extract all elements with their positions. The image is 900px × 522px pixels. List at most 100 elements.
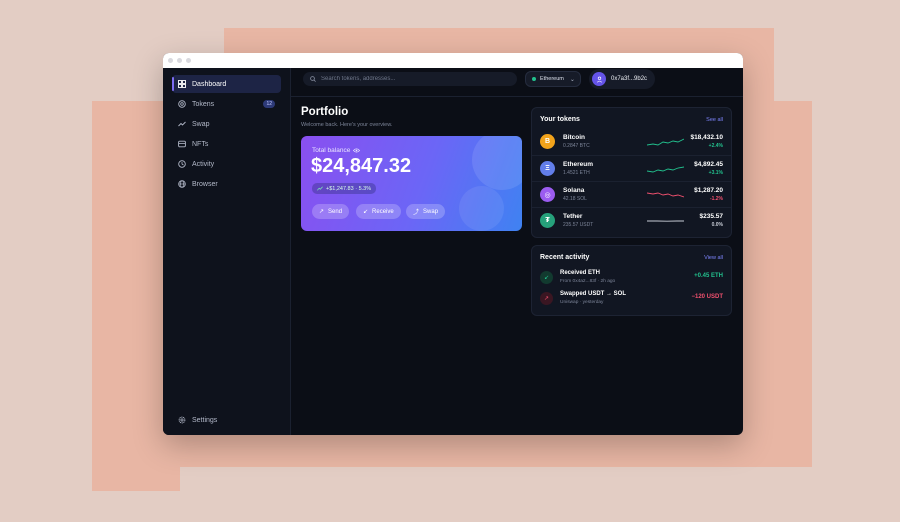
send-label: Send [328,208,343,215]
arrow-down-left-icon: ↙ [540,271,553,284]
background-shape [92,440,180,491]
token-change: +2.4% [708,143,723,149]
account-address: 0x7a3f...9b2c [611,76,648,82]
token-name: Solana [563,187,585,194]
token-change: +3.1% [708,170,723,176]
token-row[interactable]: ◎ Solana 42.18 SOL $1,287.20 -1.2% [532,181,731,207]
activity-meta: From 0x4a2...83f · 2h ago [560,279,616,284]
token-value: $18,432.10 [690,134,723,141]
token-row[interactable]: ₮ Tether 235.57 USDT $235.57 0.0% [532,207,731,233]
sidebar-item-tokens[interactable]: Tokens 12 [172,95,281,113]
token-change: 0.0% [711,222,723,228]
balance-label-row: Total balance [312,147,361,154]
token-name: Bitcoin [563,134,586,141]
sidebar-item-label: Dashboard [192,80,227,88]
send-button[interactable]: ↗ Send [312,204,350,219]
token-holding: 235.57 USDT [563,222,594,228]
sidebar-item-label: Settings [192,416,218,424]
token-name: Ethereum [563,161,593,168]
token-holding: 42.18 SOL [563,196,587,202]
balance-change-badge: +$1,247.83 · 5.3% [312,183,377,194]
token-name: Tether [563,213,583,220]
activity-title-text: Received ETH [560,270,601,276]
chevron-down-icon: ⌄ [569,76,575,83]
sidebar-item-settings[interactable]: Settings [172,411,281,429]
search-input[interactable] [321,76,501,82]
sparkline [647,138,684,146]
coin-icon [178,100,186,108]
ethereum-icon: Ξ [540,161,555,176]
activity-title: Recent activity [540,254,590,261]
swap-button[interactable]: ⤴ Swap [406,204,446,219]
activity-title-text: Swapped USDT → SOL [560,291,627,297]
account-button[interactable]: 0x7a3f...9b2c [589,69,655,89]
sparkline [647,220,684,222]
sidebar-item-label: NFTs [192,140,209,148]
avatar [592,72,606,86]
token-value: $4,892.45 [694,161,723,168]
tokens-panel: Your tokens See all B Bitcoin 0.2847 BTC… [531,107,732,238]
sidebar-item-label: Activity [192,160,215,168]
token-row[interactable]: B Bitcoin 0.2847 BTC $18,432.10 +2.4% [532,129,731,155]
sidebar: Dashboard Tokens 12 Swap NFTs Activity B… [163,68,291,435]
token-value: $235.57 [699,213,724,220]
network-label: Ethereum [540,76,564,82]
token-holding: 0.2847 BTC [563,143,590,149]
sidebar-item-nfts[interactable]: NFTs [172,135,281,153]
activity-row[interactable]: ↗ Swapped USDT → SOL Uniswap · yesterday… [532,290,731,310]
sidebar-item-dashboard[interactable]: Dashboard [172,75,281,93]
grid-icon [178,80,186,88]
balance-card: Total balance $24,847.32 +$1,247.83 · 5.… [301,136,522,231]
arrow-down-left-icon: ↙ [363,209,369,215]
tether-icon: ₮ [540,213,555,228]
sidebar-item-activity[interactable]: Activity [172,155,281,173]
activity-amount: −120 USDT [691,294,723,300]
sidebar-item-browser[interactable]: Browser [172,175,281,193]
sidebar-item-swap[interactable]: Swap [172,115,281,133]
token-row[interactable]: Ξ Ethereum 1.4521 ETH $4,892.45 +3.1% [532,155,731,181]
token-value: $1,287.20 [694,187,723,194]
topbar: Ethereum ⌄ 0x7a3f...9b2c [291,68,743,97]
globe-icon [178,180,186,188]
sidebar-item-label: Swap [192,120,210,128]
balance-amount: $24,847.32 [311,155,412,177]
decorative-circle [472,136,522,190]
receive-button[interactable]: ↙ Receive [356,204,401,219]
count-badge: 12 [263,100,275,108]
window-dot[interactable] [177,58,182,63]
search-icon [310,76,316,82]
app-window: Dashboard Tokens 12 Swap NFTs Activity B… [163,53,743,435]
sparkline [647,166,684,173]
eye-icon[interactable] [353,148,361,153]
decorative-circle [459,186,504,231]
page-title: Portfolio [301,106,349,118]
sidebar-item-label: Tokens [192,100,215,108]
solana-icon: ◎ [540,187,555,202]
gear-icon [178,416,186,424]
bitcoin-icon: B [540,134,555,149]
view-all-link[interactable]: View all [704,255,723,261]
window-dot[interactable] [168,58,173,63]
token-holding: 1.4521 ETH [563,170,590,176]
image-icon [178,140,186,148]
receive-label: Receive [372,208,394,215]
arrow-up-right-icon: ↗ [319,209,325,215]
activity-icon [178,160,186,168]
arrow-up-right-icon: ↗ [540,292,553,305]
search-bar[interactable] [303,72,517,86]
sparkline [647,192,684,198]
activity-row[interactable]: ↙ Received ETH From 0x4a2...83f · 2h ago… [532,269,731,289]
swap-label: Swap [423,208,439,215]
balance-change-text: +$1,247.83 · 5.3% [326,185,372,192]
trend-up-icon [317,186,323,191]
network-selector[interactable]: Ethereum ⌄ [525,71,581,87]
window-dot[interactable] [186,58,191,63]
user-icon [596,76,602,83]
window-titlebar [163,53,743,68]
trend-icon: ⤴ [413,210,420,216]
trend-icon [178,120,186,128]
sidebar-item-label: Browser [192,180,218,188]
see-all-link[interactable]: See all [706,117,723,123]
token-change: -1.2% [709,196,723,202]
activity-meta: Uniswap · yesterday [560,300,604,305]
